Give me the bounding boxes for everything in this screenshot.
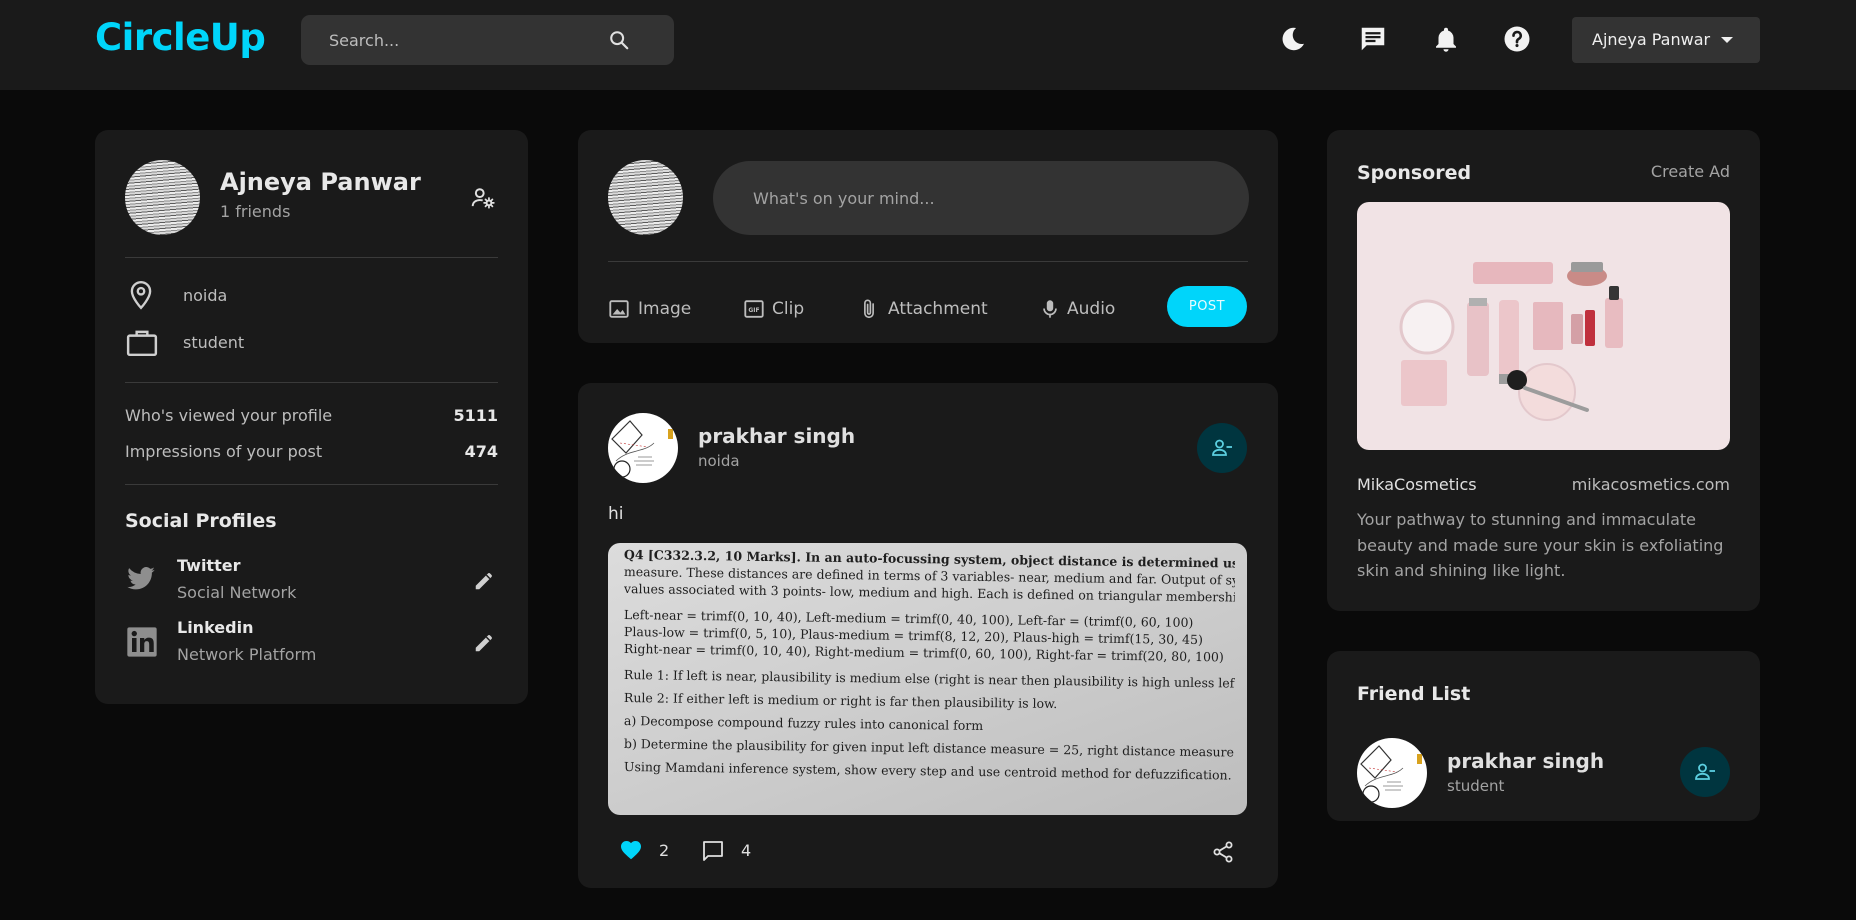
briefcase-icon bbox=[126, 330, 158, 357]
linkedin-icon bbox=[127, 627, 157, 657]
tool-clip-button[interactable]: GIF Clip bbox=[743, 293, 813, 323]
post-card: prakhar singh noida hi Q4 [C332.3.2, 10 … bbox=[578, 383, 1278, 888]
edit-icon[interactable] bbox=[473, 570, 495, 592]
paperclip-icon bbox=[864, 299, 874, 319]
manage-account-icon[interactable] bbox=[470, 185, 496, 211]
tool-image-button[interactable]: Image bbox=[608, 293, 692, 323]
gif-icon: GIF bbox=[744, 300, 764, 318]
svg-text:GIF: GIF bbox=[748, 307, 759, 314]
share-icon[interactable] bbox=[1211, 840, 1235, 864]
divider bbox=[125, 484, 498, 485]
comment-icon[interactable] bbox=[701, 839, 725, 863]
friend-occupation: student bbox=[1447, 777, 1505, 795]
profile-name[interactable]: Ajneya Panwar bbox=[220, 168, 421, 196]
post-author-name[interactable]: prakhar singh bbox=[698, 424, 855, 448]
divider bbox=[125, 382, 498, 383]
friend-name[interactable]: prakhar singh bbox=[1447, 749, 1604, 773]
search-bar bbox=[301, 15, 674, 65]
composer-avatar bbox=[608, 160, 683, 235]
location-icon bbox=[130, 280, 152, 310]
post-image-line: a) Decompose compound fuzzy rules into c… bbox=[623, 713, 984, 734]
social-profiles-title: Social Profiles bbox=[125, 510, 277, 532]
microphone-icon bbox=[1043, 300, 1057, 318]
create-ad-link[interactable]: Create Ad bbox=[1651, 162, 1730, 181]
tool-image-label: Image bbox=[638, 299, 692, 319]
chevron-down-icon bbox=[1721, 37, 1733, 43]
friend-avatar[interactable] bbox=[1357, 738, 1427, 808]
post-image-line: b) Determine the plausibility for given … bbox=[623, 736, 1236, 760]
composer-input[interactable] bbox=[753, 185, 1193, 211]
profile-card: Ajneya Panwar 1 friends noida student Wh… bbox=[95, 130, 528, 704]
post-image-line: Rule 1: If left is near, plausibility is… bbox=[623, 667, 1236, 691]
divider bbox=[125, 257, 498, 258]
tool-audio-label: Audio bbox=[1067, 299, 1116, 319]
user-menu-button[interactable]: Ajneya Panwar bbox=[1572, 17, 1760, 63]
help-icon[interactable] bbox=[1502, 24, 1532, 54]
ad-image[interactable] bbox=[1357, 202, 1730, 450]
image-icon bbox=[609, 300, 629, 318]
cosmetics-products-illustration bbox=[1399, 262, 1623, 421]
heart-icon[interactable] bbox=[619, 838, 643, 862]
post-author-avatar[interactable] bbox=[608, 413, 678, 483]
post-author-location: noida bbox=[698, 452, 740, 470]
profile-location: noida bbox=[183, 286, 228, 305]
message-icon[interactable] bbox=[1358, 24, 1388, 54]
post-button[interactable]: POST bbox=[1167, 286, 1247, 327]
comment-count: 4 bbox=[741, 841, 752, 860]
remove-friend-button[interactable] bbox=[1680, 747, 1730, 797]
profile-occupation: student bbox=[183, 333, 245, 352]
profile-friend-count: 1 friends bbox=[220, 202, 291, 221]
tool-attachment-button[interactable]: Attachment bbox=[858, 293, 988, 323]
ad-brand[interactable]: MikaCosmetics bbox=[1357, 475, 1477, 494]
app-logo[interactable]: CircleUp bbox=[95, 16, 266, 59]
remove-friend-button[interactable] bbox=[1197, 423, 1247, 473]
tool-clip-label: Clip bbox=[772, 299, 805, 319]
post-composer-card: Image GIF Clip Attachment Audio POST bbox=[578, 130, 1278, 343]
person-remove-icon bbox=[1212, 439, 1232, 456]
like-count: 2 bbox=[659, 841, 670, 860]
social-type-twitter: Social Network bbox=[177, 583, 297, 602]
post-image-line: Rule 2: If either left is medium or righ… bbox=[623, 690, 1058, 712]
edit-icon[interactable] bbox=[473, 632, 495, 654]
ad-description: Your pathway to stunning and immaculate … bbox=[1357, 510, 1724, 580]
tool-attachment-label: Attachment bbox=[888, 299, 988, 319]
post-image[interactable]: Q4 [C332.3.2, 10 Marks]. In an auto-focu… bbox=[608, 543, 1247, 815]
moon-icon[interactable] bbox=[1278, 24, 1308, 54]
search-input[interactable] bbox=[329, 27, 589, 53]
social-name-twitter[interactable]: Twitter bbox=[177, 556, 240, 575]
sponsored-title: Sponsored bbox=[1357, 162, 1472, 184]
stat-label-post-impressions: Impressions of your post bbox=[125, 442, 323, 461]
person-remove-icon bbox=[1695, 763, 1715, 780]
stat-value-profile-views: 5111 bbox=[453, 406, 498, 425]
social-name-linkedin[interactable]: Linkedin bbox=[177, 618, 253, 637]
stat-value-post-impressions: 474 bbox=[464, 442, 498, 461]
composer-input-wrap bbox=[713, 161, 1249, 235]
top-navbar: CircleUp Ajneya Panwar bbox=[0, 0, 1856, 90]
post-text: hi bbox=[608, 504, 624, 524]
search-icon[interactable] bbox=[608, 29, 630, 51]
social-type-linkedin: Network Platform bbox=[177, 645, 317, 664]
twitter-icon bbox=[127, 567, 155, 590]
post-image-line: Using Mamdani inference system, show eve… bbox=[623, 759, 1232, 783]
stat-label-profile-views: Who's viewed your profile bbox=[125, 406, 333, 425]
tool-audio-button[interactable]: Audio bbox=[1039, 293, 1119, 323]
divider bbox=[608, 261, 1248, 262]
sponsored-card: Sponsored Create Ad MikaCosmetics mikaco… bbox=[1327, 130, 1760, 611]
friend-list-card: Friend List prakhar singh student bbox=[1327, 651, 1760, 821]
ad-url[interactable]: mikacosmetics.com bbox=[1572, 475, 1730, 494]
friend-list-title: Friend List bbox=[1357, 683, 1471, 705]
user-menu-label: Ajneya Panwar bbox=[1592, 30, 1711, 49]
profile-avatar[interactable] bbox=[125, 160, 200, 235]
bell-icon[interactable] bbox=[1431, 24, 1461, 54]
